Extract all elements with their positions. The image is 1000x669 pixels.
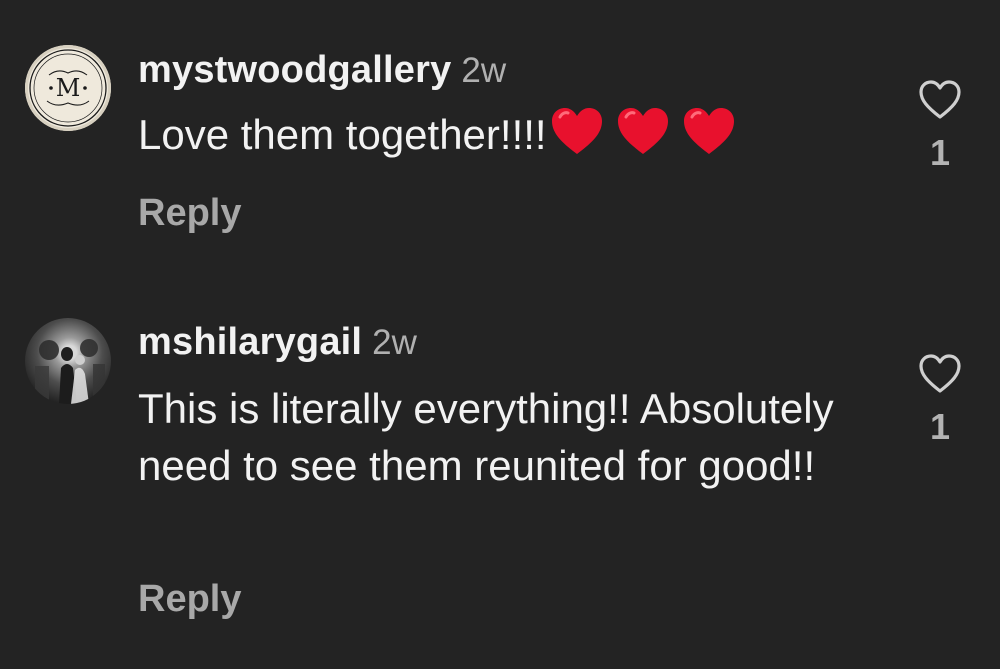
heart-outline-icon[interactable] bbox=[918, 352, 962, 396]
red-heart-emoji-icon bbox=[617, 108, 668, 154]
comment-text-body: Love them together!!!! bbox=[138, 111, 547, 158]
avatar[interactable] bbox=[25, 318, 111, 404]
like-count: 1 bbox=[929, 132, 951, 173]
gallery-logo-monogram: M bbox=[56, 74, 81, 102]
timestamp: 2w bbox=[372, 323, 417, 362]
red-heart-emoji-icon bbox=[683, 108, 734, 154]
reply-button[interactable]: Reply bbox=[138, 578, 241, 621]
comment-header: mshilarygail 2w bbox=[138, 321, 417, 364]
emoji-group bbox=[549, 105, 747, 171]
like-button[interactable]: 1 bbox=[914, 352, 966, 448]
comment-item: M mystwoodgallery 2w Love them together!!… bbox=[0, 0, 1000, 260]
comment-item: mshilarygail 2w This is literally everyth… bbox=[0, 300, 1000, 669]
avatar[interactable]: M bbox=[25, 45, 111, 131]
comment-header: mystwoodgallery 2w bbox=[138, 49, 506, 92]
username[interactable]: mshilarygail bbox=[138, 321, 362, 363]
profile-photo-icon bbox=[35, 339, 105, 404]
timestamp: 2w bbox=[461, 51, 507, 90]
like-button[interactable]: 1 bbox=[914, 78, 966, 174]
comment-text: Love them together!!!! bbox=[138, 105, 838, 171]
reply-button[interactable]: Reply bbox=[138, 192, 241, 235]
red-heart-emoji-icon bbox=[551, 108, 602, 154]
gallery-logo-icon: M bbox=[29, 49, 107, 127]
like-count: 1 bbox=[929, 406, 951, 447]
heart-outline-icon[interactable] bbox=[918, 78, 962, 122]
username[interactable]: mystwoodgallery bbox=[138, 49, 451, 91]
comment-text: This is literally everything!! Absolutel… bbox=[138, 385, 834, 489]
